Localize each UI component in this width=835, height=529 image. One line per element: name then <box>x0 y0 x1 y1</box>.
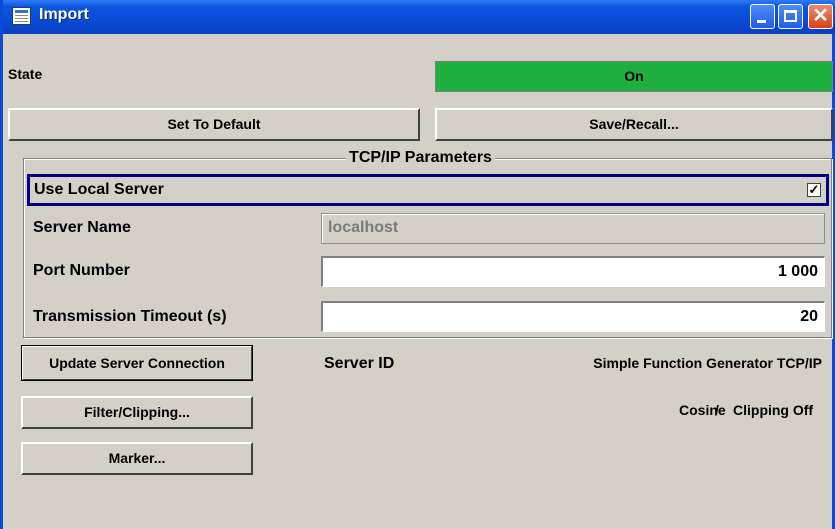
set-to-default-button[interactable]: Set To Default <box>8 108 420 141</box>
update-server-connection-button[interactable]: Update Server Connection <box>21 345 253 381</box>
transmission-timeout-input[interactable]: 20 <box>321 301 825 332</box>
transmission-timeout-label: Transmission Timeout (s) <box>33 308 227 325</box>
use-local-server-label: Use Local Server <box>34 181 164 198</box>
save-recall-label: Save/Recall... <box>589 116 679 132</box>
port-number-label: Port Number <box>33 262 130 279</box>
state-toggle-button[interactable]: On <box>435 61 833 92</box>
use-local-server-checkbox[interactable]: ✓ <box>807 183 821 197</box>
minimize-button[interactable] <box>750 4 775 29</box>
window-title: Import <box>39 6 89 23</box>
state-label: State <box>8 66 43 82</box>
marker-button[interactable]: Marker... <box>21 442 253 475</box>
filter-status-separator: / <box>715 402 719 418</box>
tcpip-parameters-title: TCP/IP Parameters <box>3 149 835 167</box>
maximize-icon <box>784 10 797 22</box>
server-name-label: Server Name <box>33 219 131 236</box>
marker-label: Marker... <box>108 450 166 466</box>
server-id-label: Server ID <box>324 355 395 372</box>
filter-clipping-button[interactable]: Filter/Clipping... <box>21 396 253 429</box>
server-name-field: localhost <box>321 213 825 244</box>
minimize-icon <box>757 20 766 23</box>
maximize-button[interactable] <box>778 4 803 29</box>
update-server-connection-label: Update Server Connection <box>49 355 225 371</box>
use-local-server-row[interactable]: Use Local Server ✓ <box>27 174 829 206</box>
close-button[interactable]: ✕ <box>808 4 833 29</box>
filter-clipping-label: Filter/Clipping... <box>84 404 190 420</box>
import-window: Import ✕ State On Set To Default Save/Re… <box>0 0 835 529</box>
title-bar[interactable]: Import ✕ <box>3 0 835 34</box>
server-id-value: Simple Function Generator TCP/IP <box>593 355 822 371</box>
port-number-input[interactable]: 1 000 <box>321 256 825 287</box>
save-recall-button[interactable]: Save/Recall... <box>435 108 833 141</box>
filter-status-clipping: Clipping Off <box>733 402 814 418</box>
window-app-icon <box>12 7 31 25</box>
close-icon: ✕ <box>812 5 829 27</box>
set-to-default-label: Set To Default <box>167 116 261 132</box>
